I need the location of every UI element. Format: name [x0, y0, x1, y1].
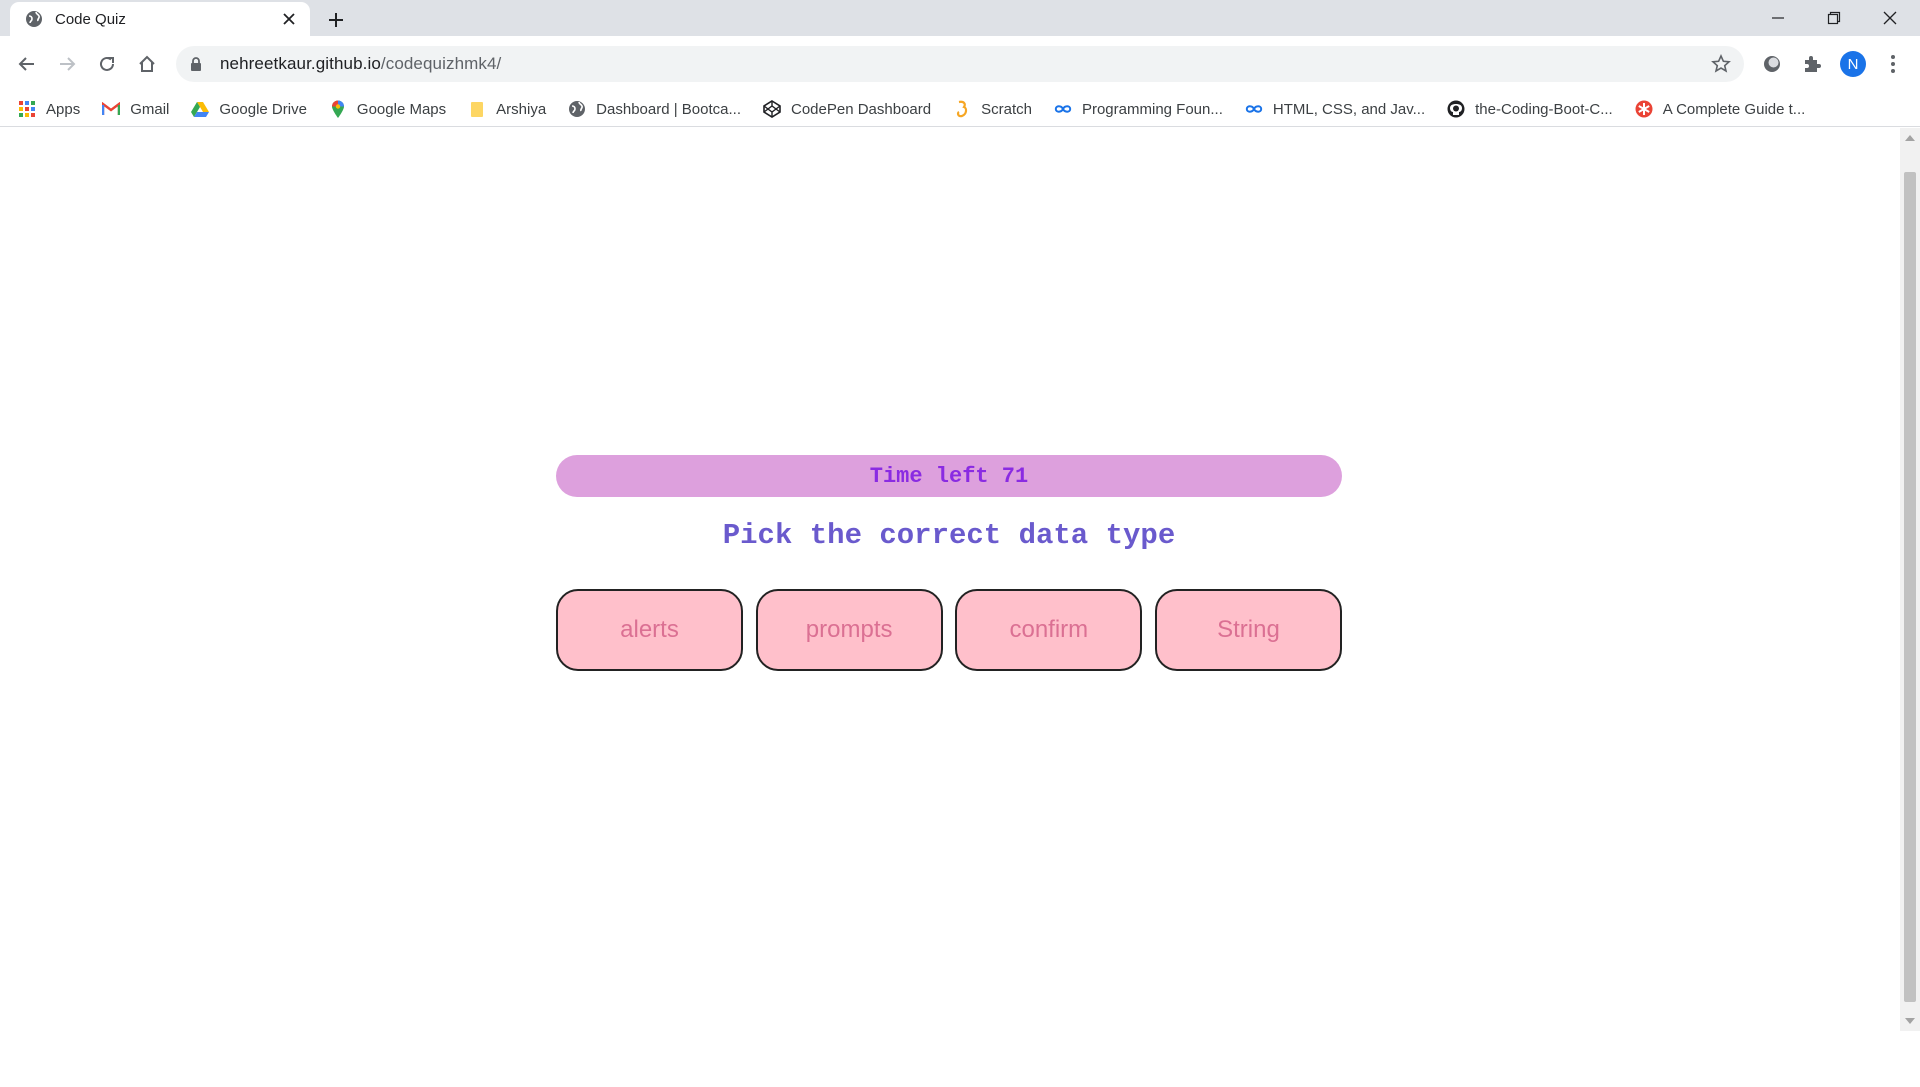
- extensions-puzzle-icon[interactable]: [1798, 50, 1826, 78]
- close-window-button[interactable]: [1862, 0, 1918, 36]
- asterisk-icon: [1635, 100, 1653, 118]
- new-tab-button[interactable]: [324, 8, 348, 32]
- forward-arrow-icon: [60, 57, 76, 71]
- bookmark-html-css-js[interactable]: HTML, CSS, and Jav...: [1245, 100, 1425, 118]
- browser-toolbar: nehreetkaur.github.io/codequizhmk4/ N: [0, 36, 1920, 92]
- bookmark-label: CodePen Dashboard: [791, 100, 932, 118]
- bookmark-arshiya[interactable]: Arshiya: [468, 100, 546, 118]
- tab-strip: Code Quiz: [0, 0, 1920, 36]
- bookmark-label: Google Drive: [219, 100, 307, 118]
- globe-icon: [25, 10, 43, 28]
- home-button[interactable]: [133, 50, 161, 78]
- bookmark-label: A Complete Guide t...: [1662, 100, 1806, 118]
- close-tab-icon[interactable]: [278, 8, 300, 30]
- url-path: /codequizhmk4/: [380, 54, 502, 73]
- bookmarks-bar: Apps Gmail Google Drive Google Maps Arsh…: [0, 92, 1920, 127]
- minimize-button[interactable]: [1750, 0, 1806, 36]
- bookmark-label: Gmail: [130, 100, 170, 118]
- url-text[interactable]: nehreetkaur.github.io/codequizhmk4/: [220, 54, 501, 74]
- bookmark-label: HTML, CSS, and Jav...: [1272, 100, 1426, 118]
- bookmark-label: Scratch: [981, 100, 1032, 118]
- infinity-icon: [1245, 100, 1263, 118]
- bookmark-dashboard-bootcamp[interactable]: Dashboard | Bootca...: [568, 100, 741, 118]
- bookmark-programming-foundations[interactable]: Programming Foun...: [1054, 100, 1223, 118]
- forward-button[interactable]: [53, 50, 81, 78]
- answer-button-prompts[interactable]: prompts: [755, 589, 943, 671]
- profile-button[interactable]: N: [1839, 50, 1867, 78]
- answer-button-string[interactable]: String: [1154, 589, 1342, 671]
- github-icon: [1447, 100, 1465, 118]
- answer-button-confirm[interactable]: confirm: [955, 589, 1143, 671]
- timer-bar: Time left 71: [556, 455, 1342, 497]
- bookmark-apps[interactable]: Apps: [18, 100, 80, 118]
- bookmark-coding-boot-camp[interactable]: the-Coding-Boot-C...: [1447, 100, 1613, 118]
- bookmark-complete-guide[interactable]: A Complete Guide t...: [1635, 100, 1806, 118]
- home-icon: [139, 55, 155, 72]
- tab-code-quiz[interactable]: Code Quiz: [10, 2, 310, 36]
- address-bar[interactable]: nehreetkaur.github.io/codequizhmk4/: [176, 46, 1744, 82]
- globe-icon: [568, 100, 586, 118]
- bookmark-codepen[interactable]: CodePen Dashboard: [763, 100, 931, 118]
- scratch-icon: [953, 100, 971, 118]
- extension-circle-icon[interactable]: [1758, 50, 1786, 78]
- bookmark-scratch[interactable]: Scratch: [953, 100, 1032, 118]
- back-button[interactable]: [13, 50, 41, 78]
- bookmark-google-maps[interactable]: Google Maps: [329, 100, 446, 118]
- bookmark-google-drive[interactable]: Google Drive: [191, 100, 307, 118]
- scroll-up-arrow-icon[interactable]: [1900, 130, 1920, 146]
- bookmark-star-icon[interactable]: [1710, 53, 1732, 75]
- restore-button[interactable]: [1806, 0, 1862, 36]
- google-maps-icon: [329, 100, 347, 118]
- answer-button-alerts[interactable]: alerts: [556, 589, 743, 671]
- reload-icon: [100, 56, 114, 71]
- reload-button[interactable]: [93, 50, 121, 78]
- bookmark-gmail[interactable]: Gmail: [102, 100, 169, 118]
- plus-icon: [329, 13, 343, 27]
- bookmark-label: the-Coding-Boot-C...: [1475, 100, 1613, 118]
- avatar: N: [1840, 51, 1866, 77]
- bookmark-label: Programming Foun...: [1081, 100, 1223, 118]
- google-drive-icon: [191, 100, 210, 118]
- bookmark-label: Google Maps: [356, 100, 447, 118]
- minimize-icon: [1772, 17, 1784, 19]
- back-arrow-icon: [18, 57, 34, 71]
- apps-grid-icon: [18, 100, 36, 118]
- tab-title: Code Quiz: [55, 10, 126, 28]
- url-host: nehreetkaur.github.io: [220, 54, 381, 73]
- restore-icon: [1827, 11, 1841, 25]
- lock-icon[interactable]: [190, 56, 204, 72]
- folder-icon: [468, 100, 486, 118]
- quiz-container: Time left 71 Pick the correct data type …: [556, 455, 1342, 671]
- question-text: Pick the correct data type: [722, 519, 1176, 552]
- scrollbar-thumb[interactable]: [1904, 172, 1916, 1002]
- infinity-icon: [1054, 100, 1072, 118]
- page-scrollbar[interactable]: [1900, 128, 1920, 1031]
- answer-options: alerts prompts confirm String: [556, 589, 1342, 671]
- bookmark-label: Arshiya: [496, 100, 547, 118]
- gmail-icon: [102, 100, 121, 118]
- scroll-down-arrow-icon[interactable]: [1900, 1013, 1920, 1029]
- bookmark-label: Dashboard | Bootca...: [596, 100, 741, 118]
- bookmark-label: Apps: [46, 100, 81, 118]
- menu-kebab-icon[interactable]: [1879, 50, 1907, 78]
- codepen-icon: [763, 100, 781, 118]
- close-icon: [1883, 11, 1897, 25]
